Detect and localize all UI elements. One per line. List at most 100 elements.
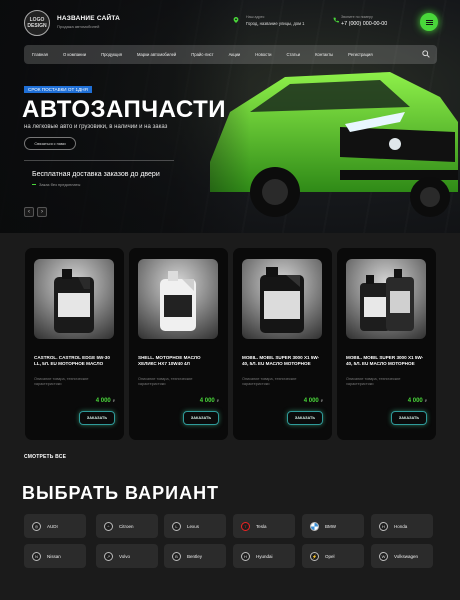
delivery-badge: СРОК ПОСТАВКИ ОТ 1ДНЯ (24, 86, 92, 93)
currency: ₽ (216, 399, 219, 403)
order-button[interactable]: ЗАКАЗАТЬ (79, 411, 115, 425)
brand-label: Bentley (187, 553, 203, 559)
product-image (34, 259, 114, 339)
location-pin-icon (233, 17, 239, 23)
brand-label: Opel (325, 553, 335, 559)
product-card[interactable]: SHELL. МОТОРНОЕ МАСЛО ХЕЛИКС HX7 10W40 4… (129, 248, 228, 440)
brand-volkswagen[interactable]: W Volkswagen (371, 544, 433, 568)
brand-label: Volkswagen (394, 553, 419, 559)
product-card[interactable]: CASTROL. CASTROL EDGE 5W-30 LL, 5Л. EU М… (25, 248, 124, 440)
product-description: Описание товара, технические характерист… (138, 377, 193, 386)
brand-label: AUDI (47, 523, 58, 529)
honda-icon: H (379, 521, 388, 531)
brand-tesla[interactable]: T Tesla (233, 514, 295, 538)
brand-label: Tesla (256, 523, 267, 529)
currency: ₽ (320, 399, 323, 403)
nav-item-brands[interactable]: Марки автомобилей (137, 52, 176, 57)
nav-item-registration[interactable]: Регистрация (348, 52, 372, 57)
price-value: 4 000 (407, 398, 423, 404)
product-description: Описание товара, технические характерист… (346, 377, 401, 386)
oil-canister-icon (260, 267, 304, 333)
product-name[interactable]: SHELL. МОТОРНОЕ МАСЛО ХЕЛИКС HX7 10W40 4… (138, 355, 220, 367)
product-name[interactable]: MOBIL. MOBIL SUPER 3000 X1 5W-40, 5Л. EU… (242, 355, 324, 367)
logo-subtext: DESIGN (27, 23, 47, 29)
brand-nissan[interactable]: N Nissan (24, 544, 86, 568)
product-card[interactable]: MOBIL. MOBIL SUPER 3000 X1 5W-40, 5Л. EU… (337, 248, 436, 440)
bentley-icon: B (172, 551, 181, 561)
product-name[interactable]: CASTROL. CASTROL EDGE 5W-30 LL, 5Л. EU М… (34, 355, 116, 367)
nissan-icon: N (32, 551, 41, 561)
oil-canister-icon (54, 269, 94, 333)
nav-item-about[interactable]: О компании (63, 52, 86, 57)
currency: ₽ (112, 399, 115, 403)
site-logo[interactable]: LOGO DESIGN (24, 10, 50, 36)
price-value: 4 000 (95, 398, 111, 404)
slider-next-button[interactable]: › (37, 207, 47, 217)
hero-banner: LOGO DESIGN НАЗВАНИЕ САЙТА Продажа автом… (0, 0, 460, 233)
audi-icon: ◎ (32, 521, 41, 531)
product-description: Описание товара, технические характерист… (34, 377, 89, 386)
volvo-icon: ↗ (104, 551, 113, 561)
menu-button[interactable] (420, 13, 438, 31)
delivery-subtitle: Заказ без предоплаты (39, 182, 81, 187)
slider-prev-button[interactable]: ‹ (24, 207, 34, 217)
price-value: 4 000 (199, 398, 215, 404)
hero-subtitle: на легковые авто и грузовики, в наличии … (24, 124, 168, 130)
brand-lexus[interactable]: L Lexus (164, 514, 226, 538)
order-button[interactable]: ЗАКАЗАТЬ (391, 411, 427, 425)
bmw-icon (310, 521, 319, 531)
brand-label: Volvo (119, 553, 131, 559)
nav-item-products[interactable]: Продукция (101, 52, 122, 57)
brand-audi[interactable]: ◎ AUDI (24, 514, 86, 538)
brand-hyundai[interactable]: H Hyundai (233, 544, 295, 568)
order-button[interactable]: ЗАКАЗАТЬ (183, 411, 219, 425)
phone-number[interactable]: +7 (000) 000-00-00 (341, 21, 387, 27)
brand-volvo[interactable]: ↗ Volvo (96, 544, 158, 568)
phone-icon (333, 17, 339, 23)
brand-label: BMW (325, 523, 336, 529)
brand-label: Nissan (47, 553, 61, 559)
nav-item-home[interactable]: Главная (32, 52, 48, 57)
brand-bentley[interactable]: B Bentley (164, 544, 226, 568)
address-value: Город, название улицы, дом 1 (246, 21, 305, 26)
brand-label: Honda (394, 523, 408, 529)
product-price: 4 000 ₽ (408, 398, 427, 404)
section-title: ВЫБРАТЬ ВАРИАНТ (22, 483, 220, 503)
currency: ₽ (424, 399, 427, 403)
nav-item-news[interactable]: Новости (255, 52, 271, 57)
product-image (138, 259, 218, 339)
brand-honda[interactable]: H Honda (371, 514, 433, 538)
nav-item-contacts[interactable]: Контакты (315, 52, 333, 57)
tesla-icon: T (241, 521, 250, 531)
volkswagen-icon: W (379, 551, 388, 561)
chevron-right-icon: › (41, 209, 43, 215)
contact-button[interactable]: Связаться с нами (24, 137, 76, 150)
order-button[interactable]: ЗАКАЗАТЬ (287, 411, 323, 425)
oil-canister-icon (160, 271, 196, 331)
product-price: 4 000 ₽ (200, 398, 219, 404)
search-icon[interactable] (422, 50, 430, 58)
address-label: Наш адрес (246, 15, 265, 19)
citroen-icon: ^ (104, 521, 113, 531)
see-all-link[interactable]: СМОТРЕТЬ ВСЕ (24, 454, 66, 460)
hamburger-icon (425, 21, 433, 23)
product-card[interactable]: MOBIL. MOBIL SUPER 3000 X1 5W-40, 5Л. EU… (233, 248, 332, 440)
product-name[interactable]: MOBIL. MOBIL SUPER 3000 X1 5W-40, 5Л. EU… (346, 355, 428, 367)
brand-label: Lexus (187, 523, 200, 529)
delivery-title: Бесплатная доставка заказов до двери (32, 171, 160, 178)
product-price: 4 000 ₽ (304, 398, 323, 404)
divider (24, 160, 174, 161)
product-description: Описание товара, технические характерист… (242, 377, 297, 386)
nav-item-articles[interactable]: Статьи (286, 52, 300, 57)
brand-label: Hyundai (256, 553, 273, 559)
brand-opel[interactable]: ⚡ Opel (302, 544, 364, 568)
product-price: 4 000 ₽ (96, 398, 115, 404)
phone-label: Звоните по номеру (341, 15, 373, 19)
nav-item-promotions[interactable]: Акции (229, 52, 241, 57)
oil-canister-icon (360, 269, 414, 331)
brand-citroen[interactable]: ^ Citroen (96, 514, 158, 538)
brand-bmw[interactable]: BMW (302, 514, 364, 538)
hero-title: АВТОЗАПЧАСТИ (22, 96, 227, 123)
nav-item-pricelist[interactable]: Прайс-лист (191, 52, 213, 57)
product-image (242, 259, 322, 339)
